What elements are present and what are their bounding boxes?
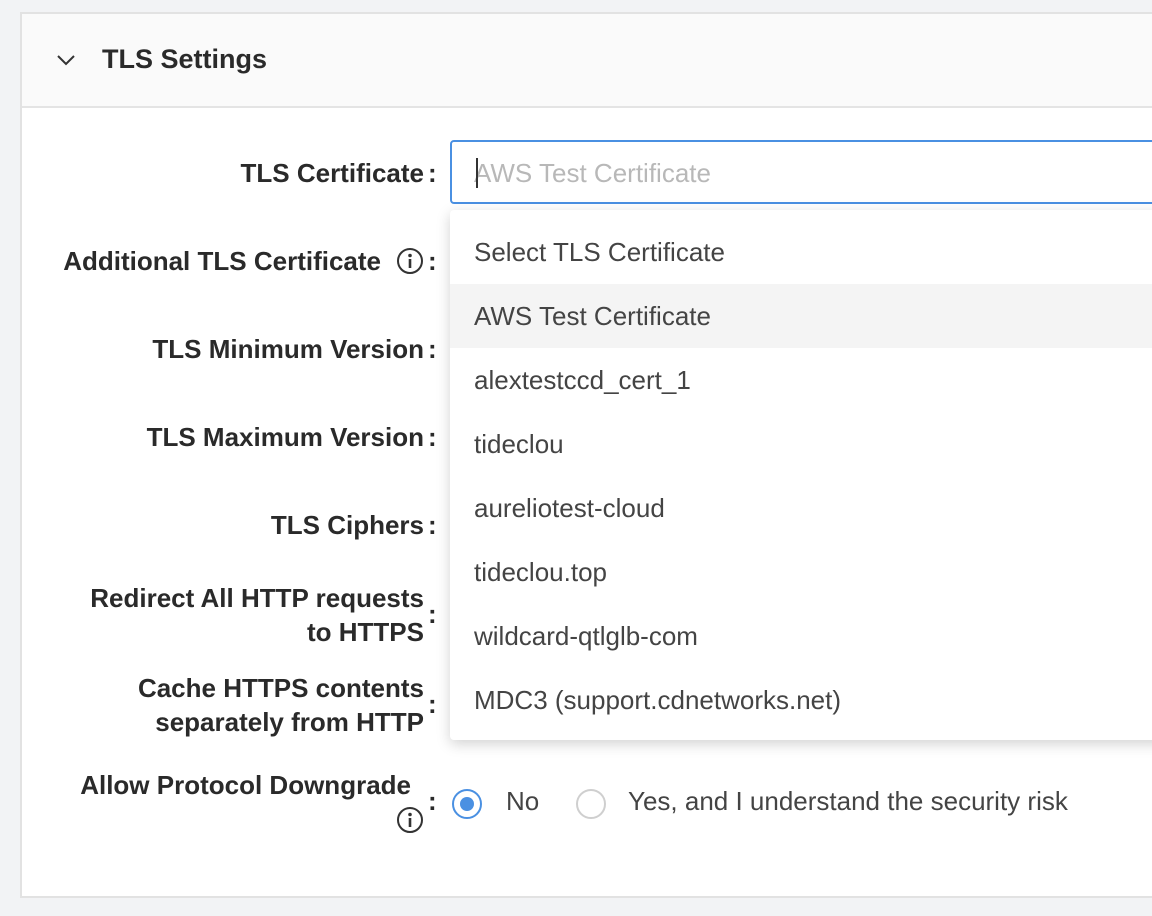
colon: : bbox=[428, 510, 437, 540]
section-title: TLS Settings bbox=[102, 44, 268, 74]
dropdown-option[interactable]: tideclou.top bbox=[450, 540, 1152, 604]
tls-ciphers-label: TLS Ciphers bbox=[270, 510, 424, 540]
colon: : bbox=[428, 422, 437, 452]
allow-protocol-downgrade-label: Allow Protocol Downgrade bbox=[80, 770, 411, 800]
colon: : bbox=[428, 158, 437, 188]
section-header[interactable]: TLS Settings bbox=[22, 14, 1152, 108]
colon: : bbox=[428, 246, 437, 276]
tls-minimum-version-label: TLS Minimum Version bbox=[152, 334, 424, 364]
radio-no-label[interactable]: No bbox=[506, 786, 539, 817]
dropdown-option[interactable]: Select TLS Certificate bbox=[450, 220, 1152, 284]
redirect-http-label: Redirect All HTTP requests to HTTPS bbox=[90, 583, 424, 647]
chevron-down-icon[interactable] bbox=[56, 50, 76, 70]
tls-certificate-search-input[interactable] bbox=[474, 156, 1134, 190]
tls-certificate-dropdown: Select TLS Certificate AWS Test Certific… bbox=[450, 210, 1152, 740]
dropdown-option[interactable]: wildcard-qtlglb-com bbox=[450, 604, 1152, 668]
dropdown-option[interactable]: aureliotest-cloud bbox=[450, 476, 1152, 540]
dropdown-option[interactable]: AWS Test Certificate bbox=[450, 284, 1152, 348]
info-icon[interactable] bbox=[396, 247, 424, 275]
dropdown-option[interactable]: alextestccd_cert_1 bbox=[450, 348, 1152, 412]
dropdown-option[interactable]: tideclou bbox=[450, 412, 1152, 476]
colon: : bbox=[428, 334, 437, 364]
radio-no[interactable] bbox=[452, 789, 482, 819]
info-icon[interactable] bbox=[396, 806, 424, 834]
radio-yes[interactable] bbox=[576, 789, 606, 819]
dropdown-option[interactable]: MDC3 (support.cdnetworks.net) bbox=[450, 668, 1152, 732]
tls-maximum-version-label: TLS Maximum Version bbox=[146, 422, 424, 452]
radio-yes-label[interactable]: Yes, and I understand the security risk bbox=[628, 786, 1068, 817]
tls-certificate-label: TLS Certificate bbox=[240, 158, 425, 188]
cache-https-label: Cache HTTPS contents separately from HTT… bbox=[137, 673, 424, 737]
additional-tls-certificate-label: Additional TLS Certificate bbox=[63, 246, 381, 276]
colon: : bbox=[428, 599, 437, 629]
text-cursor bbox=[476, 158, 478, 188]
colon: : bbox=[428, 689, 437, 719]
tls-certificate-select[interactable] bbox=[450, 140, 1152, 204]
colon: : bbox=[428, 786, 437, 816]
